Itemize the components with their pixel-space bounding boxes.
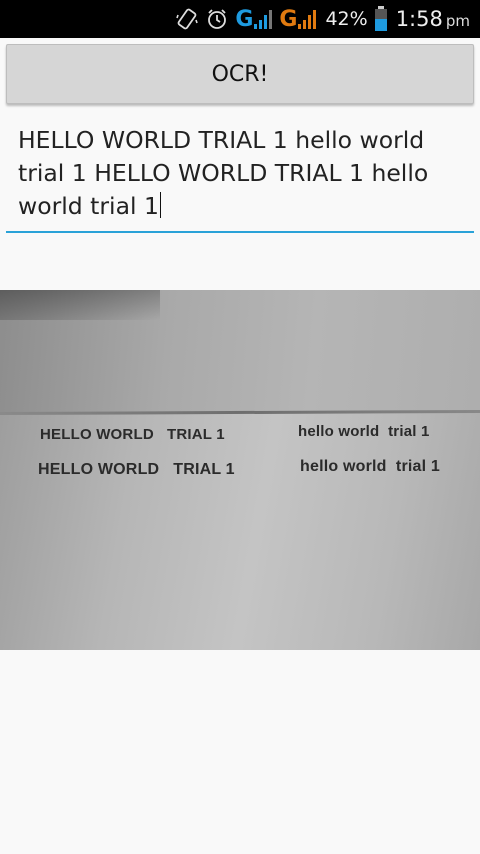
ocr-button[interactable]: OCR! xyxy=(6,44,474,104)
ocr-result-text: HELLO WORLD TRIAL 1 hello world trial 1 … xyxy=(18,126,429,220)
network-type-2: G xyxy=(279,6,298,32)
vibrate-icon xyxy=(175,7,199,31)
signal-icon xyxy=(297,8,317,30)
ocr-result-field[interactable]: HELLO WORLD TRIAL 1 hello world trial 1 … xyxy=(6,120,474,233)
captured-photo: HELLO WORLD TRIAL 1 hello world trial 1 … xyxy=(0,290,480,650)
clock-time: 1:58 xyxy=(395,7,443,31)
photo-text-line: hello world trial 1 xyxy=(298,423,430,440)
battery-percent: 42% xyxy=(325,8,368,30)
photo-text-line: HELLO WORLD TRIAL 1 xyxy=(40,426,225,443)
clock-ampm: pm xyxy=(445,12,470,30)
photo-text-line: hello world trial 1 xyxy=(300,458,441,475)
network-type-1: G xyxy=(235,6,254,32)
alarm-icon xyxy=(205,7,229,31)
photo-text-line: HELLO WORLD TRIAL 1 xyxy=(38,461,235,478)
empty-area xyxy=(0,650,480,854)
text-cursor xyxy=(159,192,161,218)
status-bar: G G 42% 1:58 pm xyxy=(0,0,480,38)
battery-icon xyxy=(374,6,388,32)
photo-shadow xyxy=(0,290,160,320)
signal-icon xyxy=(253,8,273,30)
